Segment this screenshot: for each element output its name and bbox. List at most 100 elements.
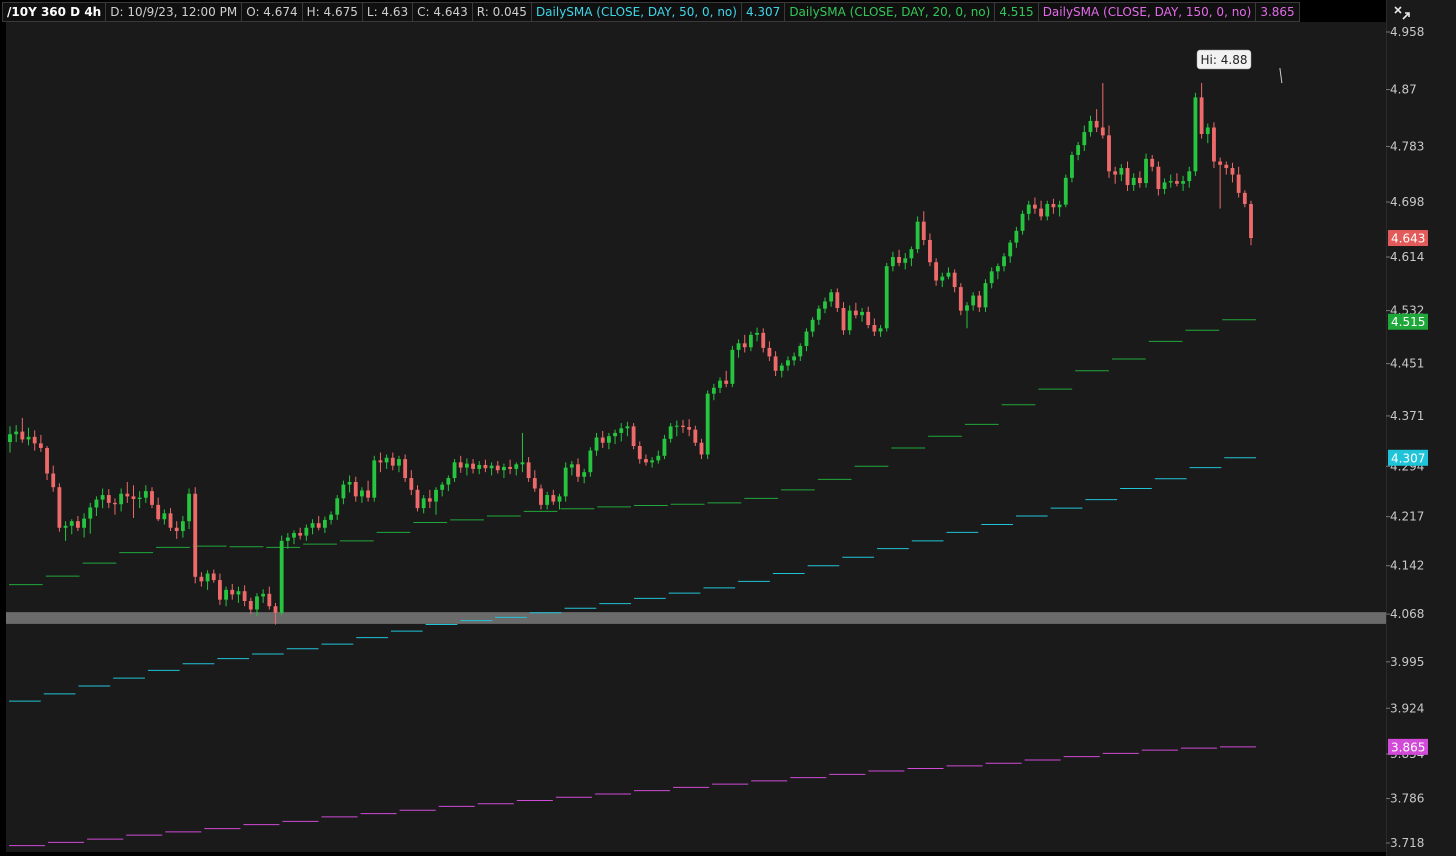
candle-body xyxy=(168,513,173,528)
candle-body xyxy=(582,472,587,477)
candle-body xyxy=(397,459,401,466)
candle-body xyxy=(1045,204,1050,217)
high-annotation-text: Hi: 4.88 xyxy=(1201,53,1248,67)
candle-body xyxy=(1218,161,1223,165)
candle-body xyxy=(779,365,784,371)
candle-body xyxy=(687,427,692,430)
candle-body xyxy=(106,495,111,503)
candle-body xyxy=(1100,127,1105,136)
candle-body xyxy=(502,466,506,471)
candle-body xyxy=(1181,181,1185,184)
candle-body xyxy=(977,295,982,308)
candle-body xyxy=(267,593,272,607)
candle-body xyxy=(180,521,185,532)
y-tick-label: 4.958 xyxy=(1390,25,1424,39)
candle-body xyxy=(1156,166,1161,189)
chart-header: /10Y 360 D 4h D: 10/9/23, 12:00 PM O: 4.… xyxy=(2,2,1300,22)
candle-body xyxy=(119,493,124,505)
candle-body xyxy=(1008,242,1013,257)
candle-body xyxy=(798,345,803,357)
candle-body xyxy=(421,498,426,509)
candle-body xyxy=(1224,164,1229,169)
candle-body xyxy=(755,332,759,335)
price-tag-label: 4.307 xyxy=(1391,451,1425,465)
candle-body xyxy=(1032,204,1037,209)
candle-body xyxy=(539,488,543,505)
candle-body xyxy=(792,356,797,361)
candle-body xyxy=(915,221,920,250)
candle-body xyxy=(1150,158,1155,167)
candle-body xyxy=(1193,97,1198,172)
candle-body xyxy=(187,493,191,522)
candle-body xyxy=(464,463,469,468)
candle-body xyxy=(903,258,908,263)
candle-body xyxy=(835,292,840,309)
candle-body xyxy=(51,473,56,488)
candle-body xyxy=(125,493,130,497)
candle-body xyxy=(1205,127,1210,135)
candle-body xyxy=(952,272,957,288)
candle-body xyxy=(557,496,562,502)
candle-body xyxy=(156,504,161,520)
candle-body xyxy=(434,489,438,502)
candle-body xyxy=(508,466,513,469)
candle-body xyxy=(1088,120,1093,133)
candle-body xyxy=(699,442,704,455)
candle-body xyxy=(322,519,327,528)
y-tick-label: 4.068 xyxy=(1390,607,1424,621)
candle-body xyxy=(38,443,43,448)
candle-body xyxy=(279,540,284,613)
close-label: C: 4.643 xyxy=(412,2,472,22)
candle-body xyxy=(545,495,550,505)
candle-body xyxy=(773,356,778,371)
y-tick-label: 3.924 xyxy=(1390,701,1424,715)
candle-body xyxy=(884,266,889,329)
candle-body xyxy=(94,499,99,508)
price-tag-label: 4.643 xyxy=(1391,232,1425,246)
candle-body xyxy=(1230,168,1235,175)
sma150-study-label[interactable]: DailySMA (CLOSE, DAY, 150, 0, no) xyxy=(1037,2,1256,22)
sma20-study-label[interactable]: DailySMA (CLOSE, DAY, 20, 0, no) xyxy=(784,2,995,22)
candle-body xyxy=(1212,127,1216,162)
sma50-study-label[interactable]: DailySMA (CLOSE, DAY, 50, 0, no) xyxy=(530,2,741,22)
crosshair-toggle-icon[interactable] xyxy=(1392,4,1412,22)
candle-body xyxy=(292,532,296,538)
candle-body xyxy=(1236,174,1241,193)
range-label: R: 0.045 xyxy=(471,2,531,22)
candle-body xyxy=(193,493,198,577)
candle-body xyxy=(606,436,611,443)
candle-body xyxy=(718,380,722,388)
candle-body xyxy=(162,513,167,520)
candle-body xyxy=(1199,97,1204,135)
high-annotation-leader xyxy=(1279,67,1283,84)
candle-body xyxy=(878,328,883,332)
candle-body xyxy=(946,272,951,277)
candle-body xyxy=(199,576,204,582)
candle-body xyxy=(637,446,642,460)
candle-body xyxy=(1082,132,1087,146)
candle-body xyxy=(57,487,62,528)
candle-body xyxy=(26,436,31,440)
candle-body xyxy=(514,464,519,469)
candle-body xyxy=(853,310,858,316)
candle-body xyxy=(174,527,179,532)
symbol-label[interactable]: /10Y 360 D 4h xyxy=(2,2,106,22)
candle-body xyxy=(631,426,636,447)
candle-body xyxy=(409,478,414,490)
candle-body xyxy=(360,490,364,497)
candle-body xyxy=(958,287,963,311)
candle-body xyxy=(1002,256,1006,267)
bottom-edge xyxy=(0,852,1386,856)
candle-body xyxy=(613,432,617,437)
candle-body xyxy=(650,460,655,463)
support-band xyxy=(6,612,1386,624)
candle-body xyxy=(483,464,488,469)
candle-body xyxy=(45,447,49,474)
candle-body xyxy=(137,497,142,499)
low-label: L: 4.63 xyxy=(361,2,413,22)
candle-body xyxy=(928,239,932,263)
candle-body xyxy=(316,523,321,528)
candle-body xyxy=(841,308,846,331)
candle-body xyxy=(662,438,667,456)
candle-body xyxy=(971,295,976,306)
